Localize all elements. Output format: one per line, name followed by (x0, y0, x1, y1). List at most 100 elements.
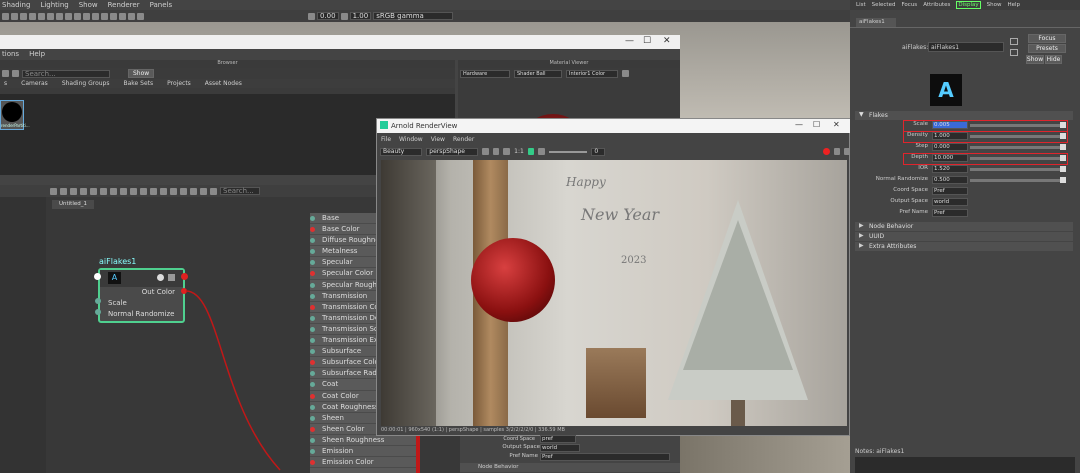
material-attr-port[interactable] (310, 415, 315, 421)
node-name-field[interactable]: aiFlakes1 (928, 42, 1004, 52)
grid-icon[interactable] (11, 12, 18, 20)
render-stop-icon[interactable] (822, 148, 830, 155)
tab-asset-nodes[interactable]: Asset Nodes (205, 80, 242, 87)
expand-icon-1[interactable]: ▶ (859, 222, 864, 229)
map-button-icon[interactable] (1060, 144, 1066, 150)
extra-attributes-section[interactable]: Extra Attributes (855, 242, 1073, 251)
out-color-attr[interactable]: Out Color (100, 287, 183, 298)
settings-icon[interactable] (210, 187, 217, 195)
shape-dropdown[interactable]: Shader Ball (514, 69, 562, 78)
show-button-ae[interactable]: Show (1026, 55, 1044, 64)
close-icon[interactable]: ✕ (663, 36, 671, 46)
xray-icon[interactable] (65, 12, 72, 20)
tab-untitled[interactable]: Untitled_1 (52, 200, 94, 209)
gamma-field[interactable]: 1.00 (349, 12, 372, 20)
material-attr-row[interactable]: Sheen Roughness (310, 435, 418, 446)
ae-menu-selected[interactable]: Selected (872, 2, 896, 8)
material-attr-row[interactable]: Emission (310, 446, 418, 458)
material-attr-port[interactable] (310, 315, 315, 321)
colorspace-dropdown[interactable]: sRGB gamma (373, 12, 454, 20)
material-attr-port[interactable] (310, 326, 315, 332)
rv-menu-view[interactable]: View (431, 136, 445, 143)
node-input-port[interactable] (94, 273, 101, 280)
scale-attr[interactable]: Scale (100, 298, 183, 309)
simple-view-icon[interactable] (120, 187, 127, 195)
ae-menu-display[interactable]: Display (956, 1, 981, 9)
ae-tab-aiflakes[interactable]: aiFlakes1 (856, 18, 896, 27)
rgb-icon[interactable] (482, 148, 489, 155)
menu-lighting[interactable]: Lighting (40, 1, 68, 9)
attr-field[interactable]: 0.000 (932, 143, 968, 151)
input-connections-icon[interactable] (1010, 38, 1018, 45)
node-behavior-section[interactable]: Node Behavior (460, 463, 680, 472)
material-attr-port[interactable] (310, 271, 315, 277)
material-attr-port[interactable] (310, 437, 315, 443)
material-attr-port[interactable] (310, 448, 315, 454)
material-attr-port[interactable] (310, 349, 315, 355)
menu-renderer[interactable]: Renderer (108, 1, 140, 9)
rv-close-icon[interactable]: ✕ (833, 120, 840, 129)
menu-help[interactable]: Help (29, 50, 45, 58)
notes-textarea[interactable] (855, 457, 1075, 473)
flakes-node[interactable]: A Out Color Scale Normal Randomize (98, 268, 185, 323)
flakes-section[interactable]: Flakes (855, 111, 1073, 120)
output-space-field[interactable]: world (540, 444, 580, 452)
show-button[interactable]: Show (128, 69, 155, 78)
aov-dropdown[interactable]: Beauty (380, 147, 423, 156)
attr-field[interactable]: Pref (932, 187, 968, 195)
grid-snap-icon[interactable] (180, 187, 187, 195)
tab-materials[interactable]: s (4, 80, 7, 87)
attr-field[interactable]: 1.520 (932, 165, 968, 173)
attr-field[interactable]: 0.500 (932, 176, 968, 184)
pin-icon[interactable] (170, 187, 177, 195)
flakes-node-title[interactable]: aiFlakes1 (99, 257, 136, 266)
ae-menu-help[interactable]: Help (1007, 2, 1020, 8)
material-attr-port[interactable] (310, 238, 315, 244)
texture-icon[interactable] (38, 12, 45, 20)
filter-icon[interactable] (190, 187, 197, 195)
rv-menu-window[interactable]: Window (399, 136, 423, 143)
pref-name-field[interactable]: Pref (540, 453, 670, 461)
menu-shading[interactable]: Shading (2, 1, 30, 9)
shadow-icon[interactable] (56, 12, 63, 20)
rv-minimize-icon[interactable]: — (795, 120, 803, 129)
attr-slider[interactable] (970, 146, 1060, 149)
attr-field[interactable]: world (932, 198, 968, 206)
minimize-icon[interactable]: — (625, 36, 634, 46)
attr-field[interactable]: Pref (932, 209, 968, 217)
material-attr-port[interactable] (310, 304, 315, 310)
render-image[interactable]: Happy New Year 2023 (381, 160, 847, 426)
zoom-ratio[interactable]: 1:1 (514, 148, 524, 155)
pause-icon[interactable] (622, 70, 629, 77)
normal-randomize-port[interactable] (95, 309, 101, 315)
resolution-gate-icon[interactable] (83, 12, 90, 20)
connected-view-icon[interactable] (130, 187, 137, 195)
scale-port[interactable] (95, 298, 101, 304)
menu-panels[interactable]: Panels (150, 1, 173, 9)
rv-menu-render[interactable]: Render (453, 136, 474, 143)
camera-dropdown[interactable]: perspShape (426, 147, 479, 156)
focus-button[interactable]: Focus (1028, 34, 1066, 43)
light-icon[interactable] (47, 12, 54, 20)
motion-blur-icon[interactable] (110, 12, 117, 20)
rv-menu-file[interactable]: File (381, 136, 391, 143)
node-expand-icon[interactable] (168, 274, 175, 281)
custom-view-icon[interactable] (150, 187, 157, 195)
connection-wire[interactable] (180, 285, 320, 473)
ae-menu-list[interactable]: List (856, 2, 866, 8)
ae-menu-focus[interactable]: Focus (901, 2, 917, 8)
smooth-shade-icon[interactable] (29, 12, 36, 20)
presets-button[interactable]: Presets (1028, 44, 1066, 53)
refresh-render-icon[interactable] (833, 148, 841, 155)
graph-icon[interactable] (50, 187, 57, 195)
normal-randomize-attr[interactable]: Normal Randomize (100, 309, 183, 320)
expand-icon-3[interactable]: ▶ (859, 242, 864, 249)
camera-icon[interactable] (2, 12, 9, 20)
environment-dropdown[interactable]: Interior1 Color (566, 69, 618, 78)
exposure-field[interactable]: 0.00 (317, 12, 339, 20)
output-connections-icon[interactable] (1010, 49, 1018, 56)
node-output-port[interactable] (181, 273, 188, 280)
material-attr-port[interactable] (310, 216, 315, 221)
material-attr-port[interactable] (310, 227, 315, 233)
renderer-dropdown[interactable]: Hardware (460, 69, 510, 78)
